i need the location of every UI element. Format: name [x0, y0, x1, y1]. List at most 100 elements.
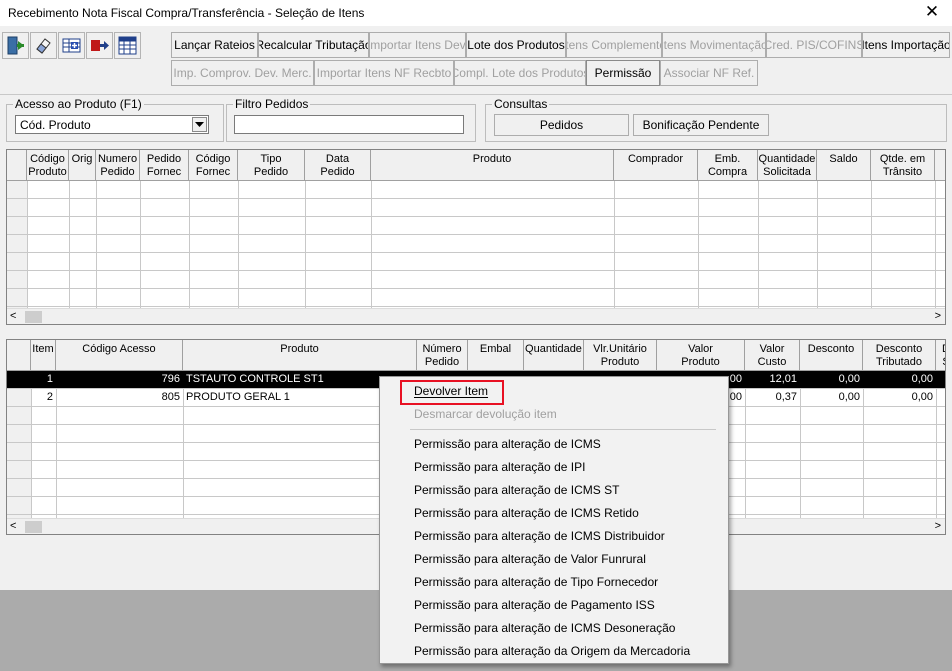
- col-produto[interactable]: Produto: [371, 150, 614, 181]
- row1-item: 1: [46, 373, 53, 385]
- col-label-line1: Item: [32, 343, 54, 355]
- itens-importacao-button[interactable]: Itens Importação: [862, 32, 950, 58]
- acesso-produto-label: Acesso ao Produto (F1): [13, 97, 144, 111]
- title-bar: Recebimento Nota Fiscal Compra/Transferê…: [0, 0, 952, 26]
- scroll-left-icon[interactable]: <: [10, 310, 16, 322]
- col-label-line1: Desconto: [875, 343, 923, 355]
- menu-permissao-pagamento-iss[interactable]: Permissão para alteração de Pagamento IS…: [382, 594, 726, 617]
- col-produto[interactable]: Produto: [183, 340, 417, 371]
- importar-itens-dev-button[interactable]: Importar Itens Dev.: [369, 32, 466, 58]
- grid-row-line: [7, 306, 945, 307]
- col-pedido-fornec[interactable]: Pedido Fornec: [140, 150, 189, 181]
- col-label-line1: Valor: [688, 343, 713, 355]
- row1-valor-custo: 12,01: [769, 373, 797, 385]
- compl-lote-dos-produtos-button[interactable]: Compl. Lote dos Produtos: [454, 60, 586, 86]
- col-label-line2: S: [942, 356, 945, 368]
- col-qtde-transito[interactable]: Qtde. em Trânsito: [871, 150, 935, 181]
- filtro-pedidos-input[interactable]: [234, 115, 464, 134]
- col-saldo[interactable]: Saldo: [817, 150, 871, 181]
- col-embal[interactable]: Embal: [468, 340, 524, 371]
- cred-pis-cofins-button[interactable]: Cred. PIS/COFINS: [766, 32, 862, 58]
- acesso-produto-select[interactable]: Cód. Produto: [15, 115, 209, 134]
- scroll-right-icon[interactable]: >: [935, 310, 941, 322]
- itens-complemento-button[interactable]: Itens Complemento: [566, 32, 662, 58]
- menu-desmarcar-devolucao[interactable]: Desmarcar devolução item: [382, 403, 726, 426]
- importar-itens-nf-recbto-button[interactable]: Importar Itens NF Recbto: [314, 60, 454, 86]
- bonificacao-pendente-button[interactable]: Bonificação Pendente: [633, 114, 769, 136]
- permissao-button[interactable]: Permissão: [586, 60, 660, 86]
- lancar-rateios-button[interactable]: Lançar Rateios: [171, 32, 258, 58]
- scroll-thumb[interactable]: [25, 311, 42, 323]
- menu-permissao-tipo-fornecedor[interactable]: Permissão para alteração de Tipo Fornece…: [382, 571, 726, 594]
- move-right-icon[interactable]: [86, 32, 113, 59]
- col-label-line1: Quantidade: [525, 343, 582, 355]
- col-label-line2: Pedido: [320, 166, 355, 178]
- col-label-line1: Código Acesso: [82, 343, 156, 355]
- pedidos-grid-scrollbar[interactable]: < >: [7, 308, 945, 324]
- col-label-line1: Saldo: [829, 153, 858, 165]
- imp-comprov-dev-merc-button[interactable]: Imp. Comprov. Dev. Merc.: [171, 60, 314, 86]
- menu-permissao-icms[interactable]: Permissão para alteração de ICMS: [382, 433, 726, 456]
- col-desconto[interactable]: Desconto: [800, 340, 863, 371]
- exit-door-icon[interactable]: [2, 32, 29, 59]
- col-codigo-produto[interactable]: Código Produto: [27, 150, 69, 181]
- col-label-line2: Tributado: [875, 356, 923, 368]
- menu-permissao-icms-st[interactable]: Permissão para alteração de ICMS ST: [382, 479, 726, 502]
- col-desconto-tributado[interactable]: Desconto Tributado: [863, 340, 936, 371]
- col-quantidade[interactable]: Quantidade: [524, 340, 584, 371]
- scroll-left-icon[interactable]: <: [10, 520, 16, 532]
- menu-permissao-icms-retido[interactable]: Permissão para alteração de ICMS Retido: [382, 502, 726, 525]
- grid-add-icon[interactable]: [58, 32, 85, 59]
- col-label-line1: Desconto: [807, 343, 855, 355]
- col-label-line2: Trânsito: [882, 166, 923, 178]
- pedidos-button[interactable]: Pedidos: [494, 114, 629, 136]
- scroll-right-icon[interactable]: >: [935, 520, 941, 532]
- col-orig[interactable]: Orig: [69, 150, 96, 181]
- col-valor-produto[interactable]: Valor Produto: [657, 340, 745, 371]
- eraser-icon[interactable]: [30, 32, 57, 59]
- itens-movimentacao-button[interactable]: Itens Movimentação: [662, 32, 766, 58]
- window-title: Recebimento Nota Fiscal Compra/Transferê…: [8, 6, 365, 20]
- grid-table-icon[interactable]: [114, 32, 141, 59]
- col-emb-compra[interactable]: Emb. Compra: [698, 150, 758, 181]
- close-button[interactable]: ✕: [912, 0, 952, 26]
- col-label-line1: Código: [195, 153, 231, 165]
- col-codigo-acesso[interactable]: Código Acesso: [56, 340, 183, 371]
- menu-permissao-valor-funrural[interactable]: Permissão para alteração de Valor Funrur…: [382, 548, 726, 571]
- col-numero-pedido[interactable]: Numero Pedido: [96, 150, 140, 181]
- col-numero-pedido[interactable]: Número Pedido: [417, 340, 468, 371]
- col-item[interactable]: Item: [31, 340, 56, 371]
- filtro-pedidos-label: Filtro Pedidos: [233, 97, 311, 111]
- menu-permissao-icms-desoneracao[interactable]: Permissão para alteração de ICMS Desoner…: [382, 617, 726, 640]
- col-tipo-pedido[interactable]: Tipo Pedido: [238, 150, 305, 181]
- col-label-line2: Pedido: [424, 356, 460, 368]
- scroll-thumb[interactable]: [25, 521, 42, 533]
- col-comprador[interactable]: Comprador: [614, 150, 698, 181]
- menu-permissao-icms-distribuidor[interactable]: Permissão para alteração de ICMS Distrib…: [382, 525, 726, 548]
- col-label-line2: Produto: [28, 166, 67, 178]
- row2-valor-custo: 0,37: [775, 391, 797, 403]
- col-valor-custo[interactable]: Valor Custo: [745, 340, 800, 371]
- recalcular-tributacao-button[interactable]: Recalcular Tributação: [258, 32, 369, 58]
- menu-separator: [410, 429, 716, 430]
- col-truncated[interactable]: DS: [936, 340, 945, 371]
- toolbar-separator: [0, 94, 952, 95]
- col-data-pedido[interactable]: Data Pedido: [305, 150, 371, 181]
- menu-permissao-origem-mercadoria[interactable]: Permissão para alteração da Origem da Me…: [382, 640, 726, 663]
- col-label-line1: Pedido: [146, 153, 182, 165]
- col-codigo-fornec[interactable]: Código Fornec: [189, 150, 238, 181]
- dropdown-arrow-icon[interactable]: [192, 117, 207, 132]
- col-label-line2: Fornec: [195, 166, 231, 178]
- menu-permissao-ipi[interactable]: Permissão para alteração de IPI: [382, 456, 726, 479]
- col-label-line2: Compra: [707, 166, 748, 178]
- col-label-line1: Comprador: [627, 153, 684, 165]
- lote-dos-produtos-button[interactable]: Lote dos Produtos: [466, 32, 566, 58]
- pedidos-grid[interactable]: Código Produto Orig Numero Pedido Pedido Fo…: [6, 149, 946, 325]
- col-quantidade-solicitada[interactable]: Quantidade Solicitada: [758, 150, 817, 181]
- associar-nf-ref-button[interactable]: Associar NF Ref.: [660, 60, 758, 86]
- col-label-line1: Orig: [71, 153, 93, 165]
- col-vlr-unitario[interactable]: Vlr.Unitário Produto: [584, 340, 657, 371]
- col-label-line1: Vlr.Unitário: [593, 343, 647, 355]
- col-label-line1: Emb.: [714, 153, 741, 165]
- col-label-line1: Data: [325, 153, 350, 165]
